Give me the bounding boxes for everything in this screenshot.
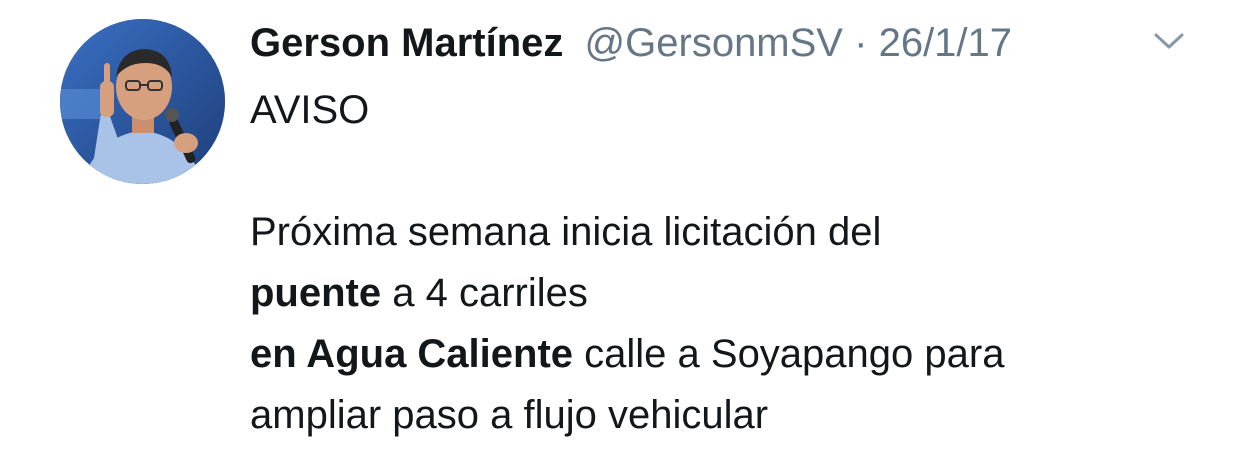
text-segment: calle a Soyapango para bbox=[573, 332, 1005, 376]
text-segment: a 4 carriles bbox=[381, 271, 588, 315]
tweet-text-line: puente a 4 carriles bbox=[250, 263, 1210, 324]
tweet-text: AVISO Próxima semana inicia licitación de… bbox=[250, 80, 1210, 446]
tweet-text-line: ampliar paso a flujo vehicular bbox=[250, 385, 1210, 446]
separator: · bbox=[854, 21, 868, 65]
tweet: Gerson Martínez @GersonmSV · 26/1/17 AVI… bbox=[0, 0, 1241, 456]
bold-text: puente bbox=[250, 271, 382, 315]
profile-photo bbox=[60, 19, 225, 184]
tweet-date[interactable]: 26/1/17 bbox=[879, 21, 1012, 65]
tweet-text-line: Próxima semana inicia licitación del bbox=[250, 202, 1210, 263]
text-segment: Próxima semana inicia licitación del bbox=[250, 210, 882, 254]
text-segment: ampliar paso a flujo vehicular bbox=[250, 393, 769, 437]
tweet-header: Gerson Martínez @GersonmSV · 26/1/17 bbox=[250, 18, 1012, 68]
text-segment: AVISO bbox=[250, 88, 370, 132]
chevron-down-icon[interactable] bbox=[1153, 30, 1185, 52]
avatar[interactable] bbox=[60, 19, 225, 184]
author-handle[interactable]: @GersonmSV bbox=[585, 21, 843, 65]
tweet-text-line: en Agua Caliente calle a Soyapango para bbox=[250, 324, 1210, 385]
author-name[interactable]: Gerson Martínez bbox=[250, 21, 563, 65]
bold-text: en Agua Caliente bbox=[250, 332, 574, 376]
tweet-text-line: AVISO bbox=[250, 80, 1210, 141]
